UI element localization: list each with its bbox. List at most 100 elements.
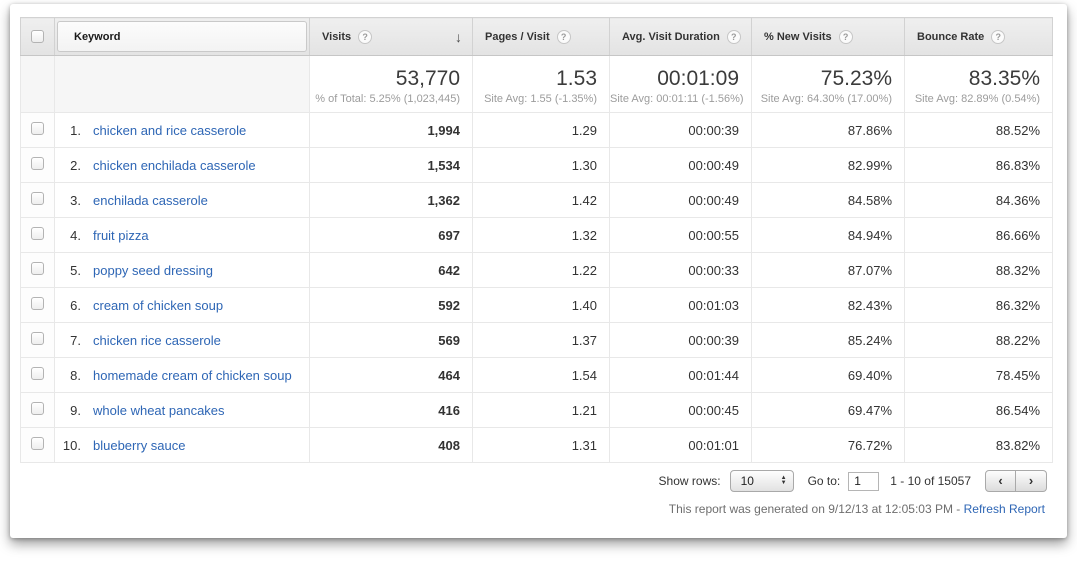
column-header-bounce-rate[interactable]: Bounce Rate ? (905, 18, 1053, 56)
row-checkbox[interactable] (31, 157, 44, 170)
keyword-link[interactable]: homemade cream of chicken soup (93, 368, 292, 383)
row-rank: 9. (55, 403, 81, 418)
row-checkbox[interactable] (31, 297, 44, 310)
goto-page-input[interactable] (848, 472, 879, 491)
duration-cell: 00:00:55 (610, 218, 752, 253)
row-checkbox[interactable] (31, 332, 44, 345)
keyword-link[interactable]: chicken rice casserole (93, 333, 221, 348)
column-header-visits[interactable]: Visits ? ↓ (310, 18, 473, 56)
keyword-link[interactable]: blueberry sauce (93, 438, 186, 453)
new-visits-cell: 76.72% (752, 428, 905, 463)
row-rank: 8. (55, 368, 81, 383)
row-rank: 10. (55, 438, 81, 453)
refresh-report-link[interactable]: Refresh Report (964, 502, 1045, 516)
column-label-new-visits: % New Visits (764, 31, 832, 43)
pages-cell: 1.31 (473, 428, 610, 463)
generated-text: This report was generated on 9/12/13 at … (669, 502, 964, 516)
help-icon[interactable]: ? (358, 30, 372, 44)
table-row: 5.poppy seed dressing 642 1.22 00:00:33 … (21, 253, 1053, 288)
row-rank: 2. (55, 158, 81, 173)
bounce-cell: 86.83% (905, 148, 1053, 183)
bounce-cell: 86.66% (905, 218, 1053, 253)
row-range-text: 1 - 10 of 15057 (890, 474, 971, 488)
help-icon[interactable]: ? (839, 30, 853, 44)
summary-pages-subtext: Site Avg: 1.55 (-1.35%) (473, 92, 597, 107)
sort-desc-icon: ↓ (455, 29, 462, 45)
next-page-button[interactable]: › (1016, 470, 1047, 492)
visits-cell: 1,534 (310, 148, 473, 183)
row-checkbox[interactable] (31, 122, 44, 135)
bounce-cell: 83.82% (905, 428, 1053, 463)
summary-pages-cell: 1.53 Site Avg: 1.55 (-1.35%) (473, 56, 610, 113)
keyword-link[interactable]: cream of chicken soup (93, 298, 223, 313)
column-header-new-visits[interactable]: % New Visits ? (752, 18, 905, 56)
bounce-cell: 88.32% (905, 253, 1053, 288)
show-rows-label: Show rows: (659, 474, 721, 488)
keyword-link[interactable]: chicken and rice casserole (93, 123, 246, 138)
row-checkbox[interactable] (31, 367, 44, 380)
help-icon[interactable]: ? (557, 30, 571, 44)
select-all-checkbox[interactable] (31, 30, 44, 43)
visits-cell: 464 (310, 358, 473, 393)
bounce-cell: 88.52% (905, 113, 1053, 148)
row-checkbox[interactable] (31, 262, 44, 275)
table-row: 6.cream of chicken soup 592 1.40 00:01:0… (21, 288, 1053, 323)
keyword-link[interactable]: poppy seed dressing (93, 263, 213, 278)
row-checkbox[interactable] (31, 192, 44, 205)
pages-cell: 1.29 (473, 113, 610, 148)
row-checkbox[interactable] (31, 227, 44, 240)
pages-cell: 1.42 (473, 183, 610, 218)
visits-cell: 642 (310, 253, 473, 288)
keyword-report-table: Keyword Visits ? ↓ Pages / Visit ? (20, 17, 1053, 463)
new-visits-cell: 84.94% (752, 218, 905, 253)
keyword-link[interactable]: whole wheat pancakes (93, 403, 225, 418)
keyword-link[interactable]: fruit pizza (93, 228, 149, 243)
show-rows-select[interactable]: 10 ▲ ▼ (730, 470, 794, 492)
summary-bounce-subtext: Site Avg: 82.89% (0.54%) (905, 92, 1040, 107)
previous-page-button[interactable]: ‹ (985, 470, 1016, 492)
pages-cell: 1.30 (473, 148, 610, 183)
table-row: 7.chicken rice casserole 569 1.37 00:00:… (21, 323, 1053, 358)
pagination-bar: Show rows: 10 ▲ ▼ Go to: 1 - 10 of 15057… (20, 470, 1052, 492)
chevron-left-icon: ‹ (998, 473, 1002, 488)
summary-duration-subtext: Site Avg: 00:01:11 (-1.56%) (610, 92, 739, 107)
pages-cell: 1.22 (473, 253, 610, 288)
duration-cell: 00:00:45 (610, 393, 752, 428)
keyword-link[interactable]: enchilada casserole (93, 193, 208, 208)
summary-bounce-value: 83.35% (905, 66, 1040, 92)
column-label-avg-visit-duration: Avg. Visit Duration (622, 31, 720, 43)
visits-cell: 569 (310, 323, 473, 358)
column-label-visits: Visits (322, 31, 351, 43)
column-label-bounce-rate: Bounce Rate (917, 31, 984, 43)
row-checkbox[interactable] (31, 402, 44, 415)
new-visits-cell: 87.07% (752, 253, 905, 288)
summary-visits-value: 53,770 (310, 66, 460, 92)
table-row: 8. homemade cream of chicken soup 464 1.5… (21, 358, 1053, 393)
column-header-pages-per-visit[interactable]: Pages / Visit ? (473, 18, 610, 56)
chevron-right-icon: › (1029, 473, 1033, 488)
new-visits-cell: 82.43% (752, 288, 905, 323)
visits-cell: 1,994 (310, 113, 473, 148)
table-row: 1.chicken and rice casserole 1,994 1.29 … (21, 113, 1053, 148)
table-row: 10.blueberry sauce 408 1.31 00:01:01 76.… (21, 428, 1053, 463)
duration-cell: 00:01:03 (610, 288, 752, 323)
column-header-keyword: Keyword (55, 18, 310, 56)
row-checkbox[interactable] (31, 437, 44, 450)
keyword-link[interactable]: chicken enchilada casserole (93, 158, 256, 173)
table-row: 9.whole wheat pancakes 416 1.21 00:00:45… (21, 393, 1053, 428)
duration-cell: 00:01:44 (610, 358, 752, 393)
summary-new-visits-value: 75.23% (752, 66, 892, 92)
new-visits-cell: 85.24% (752, 323, 905, 358)
help-icon[interactable]: ? (727, 30, 741, 44)
keyword-dimension-button[interactable]: Keyword (57, 21, 307, 52)
new-visits-cell: 69.40% (752, 358, 905, 393)
visits-cell: 416 (310, 393, 473, 428)
column-header-avg-visit-duration[interactable]: Avg. Visit Duration ? (610, 18, 752, 56)
select-all-header (21, 18, 55, 56)
summary-row: 53,770 % of Total: 5.25% (1,023,445) 1.5… (21, 56, 1053, 113)
summary-pages-value: 1.53 (473, 66, 597, 92)
help-icon[interactable]: ? (991, 30, 1005, 44)
bounce-cell: 86.32% (905, 288, 1053, 323)
pages-cell: 1.54 (473, 358, 610, 393)
pages-cell: 1.37 (473, 323, 610, 358)
